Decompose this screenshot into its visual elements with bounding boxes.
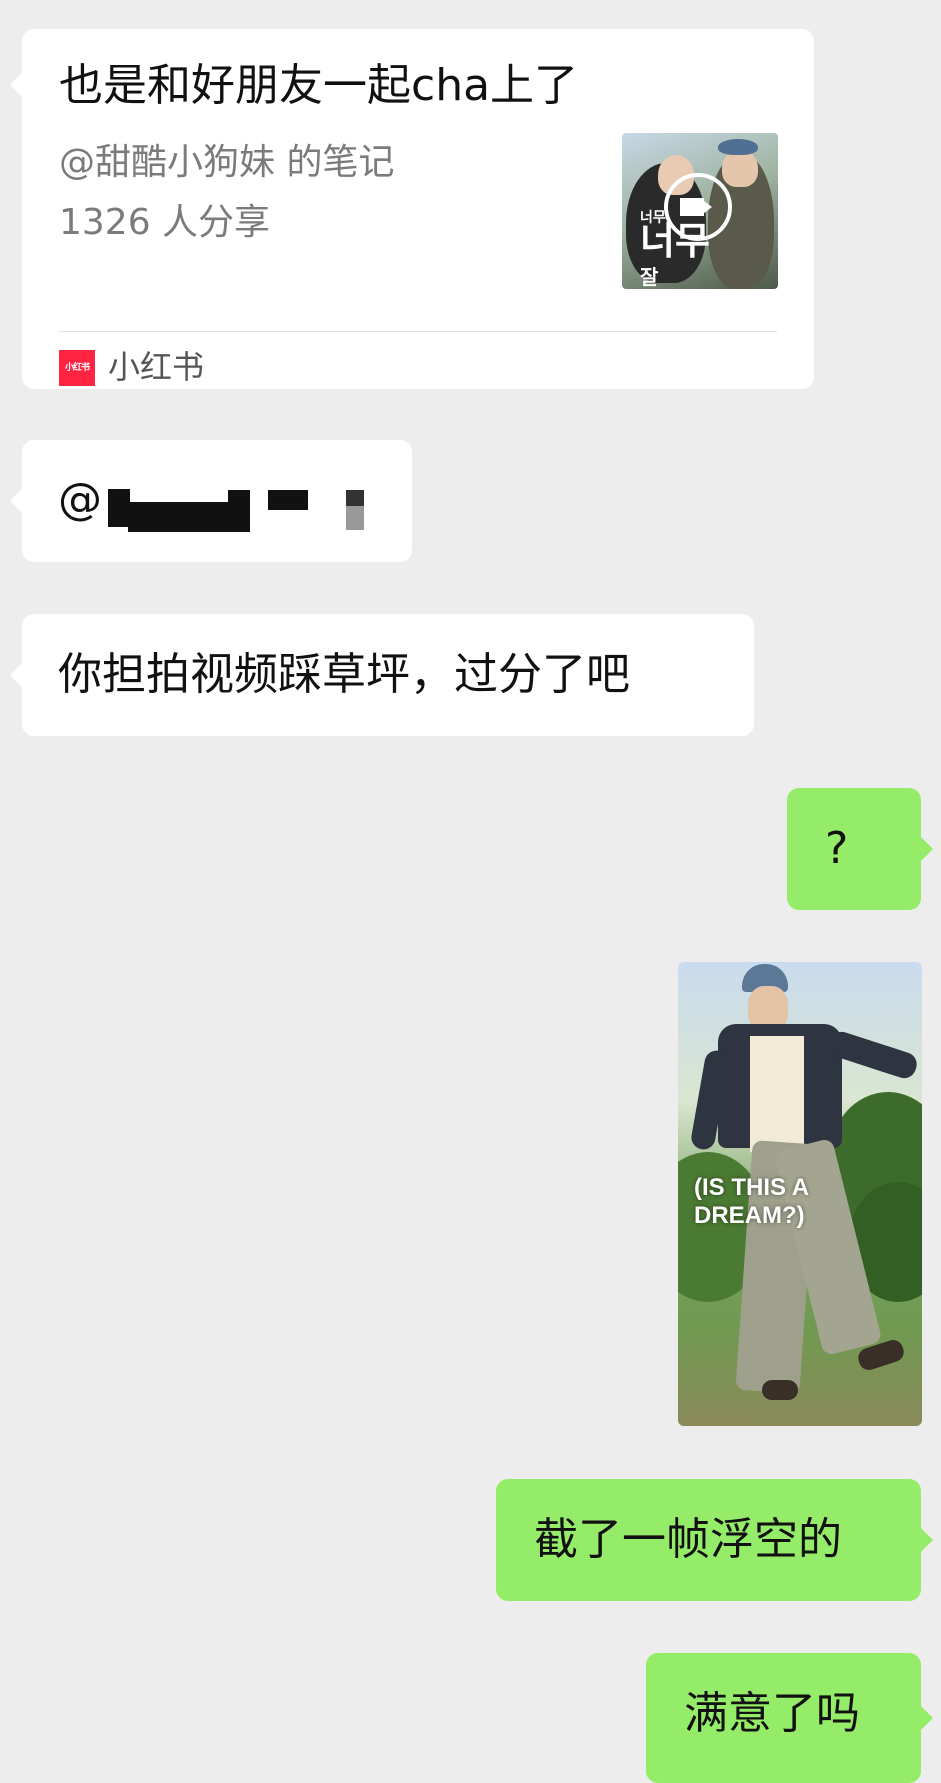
message-bubble-outgoing[interactable]: 截了一帧浮空的	[496, 1479, 933, 1601]
video-play-icon[interactable]	[664, 173, 732, 241]
redacted-block	[228, 490, 250, 532]
message-text: 截了一帧浮空的	[534, 1514, 842, 1565]
shared-note-card[interactable]: 也是和好朋友一起cha上了 @甜酷小狗妹 的笔记 1326 人分享 너무 너무 …	[10, 29, 814, 389]
shared-note-share-count: 1326 人分享	[59, 202, 271, 243]
message-bubble-outgoing[interactable]: ?	[787, 788, 933, 910]
shared-note-author: @甜酷小狗妹 的笔记	[59, 142, 395, 183]
thumbnail-text-bottom: 잘	[640, 265, 659, 289]
photo-caption-line: (IS THIS A DREAM?)	[694, 1174, 810, 1229]
redacted-block	[128, 502, 228, 532]
message-mention-text: @	[58, 474, 102, 525]
message-bubble-outgoing[interactable]: 满意了吗	[646, 1653, 933, 1783]
message-text: 你担拍视频踩草坪，过分了吧	[58, 649, 630, 700]
message-text: 满意了吗	[684, 1688, 860, 1739]
card-source-app: 小红书	[108, 348, 205, 386]
message-text: ?	[825, 823, 849, 874]
shared-note-title: 也是和好朋友一起cha上了	[59, 60, 579, 111]
redacted-block	[108, 489, 130, 527]
photo-caption: (IS THIS A DREAM?)	[694, 1174, 809, 1230]
photo-shoe	[762, 1380, 798, 1400]
redacted-block	[346, 490, 364, 506]
xiaohongshu-logo-icon: 小红书	[59, 350, 95, 386]
photo-shirt	[750, 1036, 804, 1152]
shared-note-thumbnail[interactable]: 너무 너무 잘	[622, 133, 778, 289]
message-image[interactable]: (IS THIS A DREAM?)	[678, 962, 922, 1426]
redacted-block	[346, 506, 364, 530]
message-bubble-mention[interactable]: @	[10, 440, 412, 562]
thumbnail-cap	[718, 139, 758, 155]
message-bubble-text[interactable]: 你担拍视频踩草坪，过分了吧	[10, 614, 754, 736]
card-divider	[59, 331, 777, 332]
redacted-block	[268, 490, 308, 510]
